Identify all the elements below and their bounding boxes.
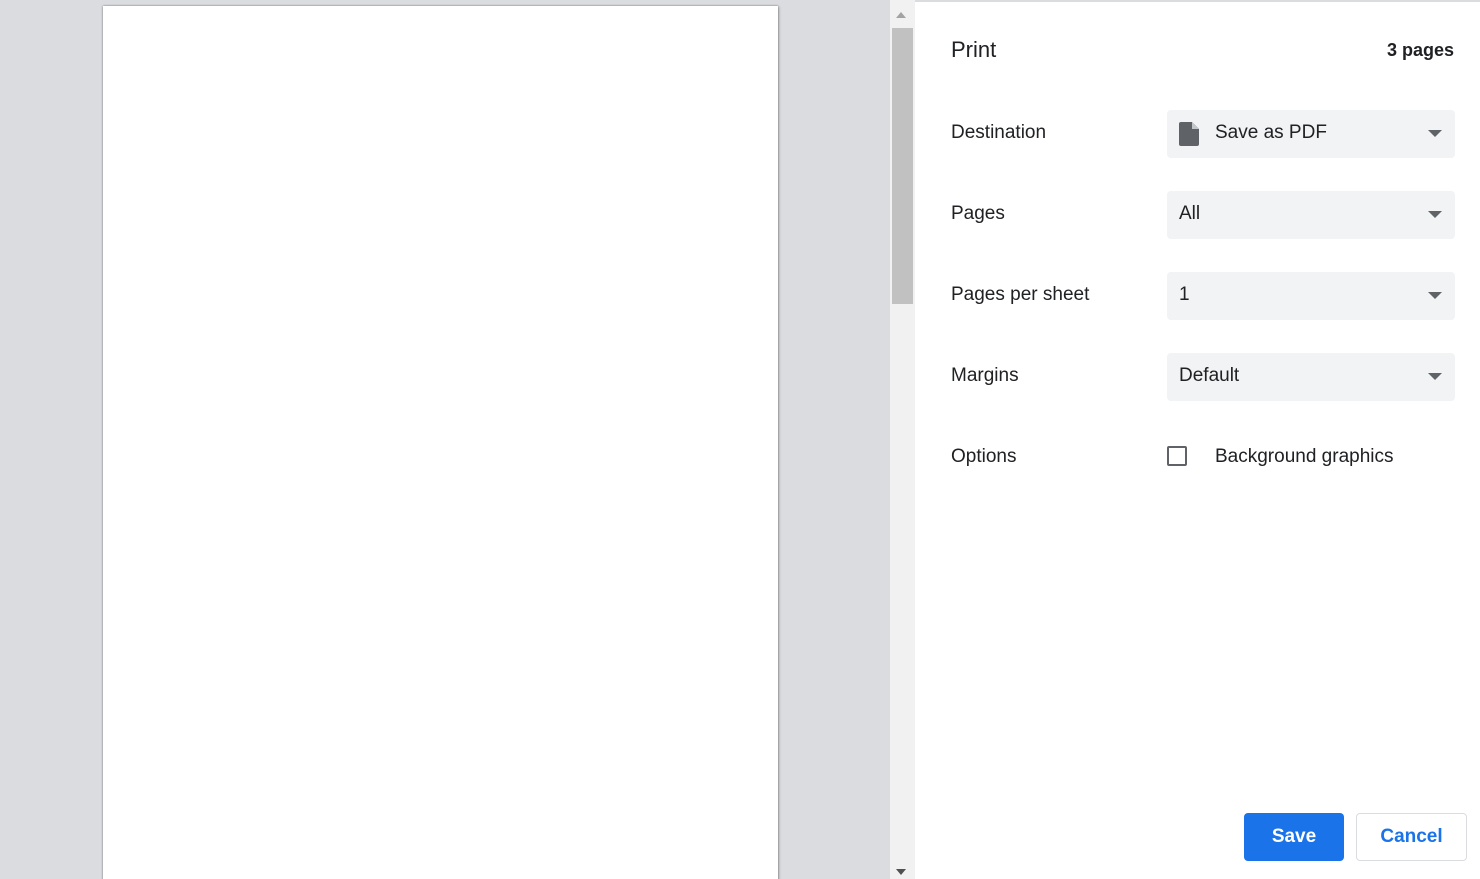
pages-value: All bbox=[1179, 203, 1201, 224]
document-icon bbox=[1179, 122, 1199, 146]
destination-label: Destination bbox=[951, 122, 1047, 143]
preview-scrollbar[interactable] bbox=[890, 0, 915, 879]
print-dialog: Print 3 pages Destination Save as PDF Pa… bbox=[0, 0, 1480, 879]
chevron-down-icon bbox=[1428, 373, 1442, 380]
print-settings-sidebar: Print 3 pages Destination Save as PDF Pa… bbox=[915, 0, 1480, 879]
pages-label: Pages bbox=[951, 203, 1005, 224]
pages-per-sheet-value: 1 bbox=[1179, 284, 1190, 305]
pages-select[interactable]: All bbox=[1167, 191, 1455, 239]
save-button[interactable]: Save bbox=[1244, 813, 1344, 861]
scroll-up-arrow-icon[interactable] bbox=[896, 12, 906, 18]
top-divider bbox=[915, 0, 1480, 2]
destination-value: Save as PDF bbox=[1215, 122, 1327, 143]
print-preview-area bbox=[0, 0, 890, 879]
chevron-down-icon bbox=[1428, 130, 1442, 137]
chevron-down-icon bbox=[1428, 211, 1442, 218]
margins-label: Margins bbox=[951, 365, 1019, 386]
page-title: Print bbox=[951, 37, 997, 62]
page-count: 3 pages bbox=[1386, 40, 1454, 60]
margins-value: Default bbox=[1179, 365, 1240, 386]
pages-per-sheet-label: Pages per sheet bbox=[951, 284, 1090, 305]
scroll-down-arrow-icon[interactable] bbox=[896, 869, 906, 875]
scrollbar-thumb[interactable] bbox=[892, 28, 913, 304]
options-label: Options bbox=[951, 446, 1017, 467]
margins-select[interactable]: Default bbox=[1167, 353, 1455, 401]
background-graphics-checkbox[interactable] bbox=[1167, 446, 1187, 466]
background-graphics-label[interactable]: Background graphics bbox=[1215, 446, 1394, 468]
destination-select[interactable]: Save as PDF bbox=[1167, 110, 1455, 158]
pages-per-sheet-select[interactable]: 1 bbox=[1167, 272, 1455, 320]
chevron-down-icon bbox=[1428, 292, 1442, 299]
preview-page bbox=[103, 6, 778, 879]
cancel-button[interactable]: Cancel bbox=[1356, 813, 1467, 861]
